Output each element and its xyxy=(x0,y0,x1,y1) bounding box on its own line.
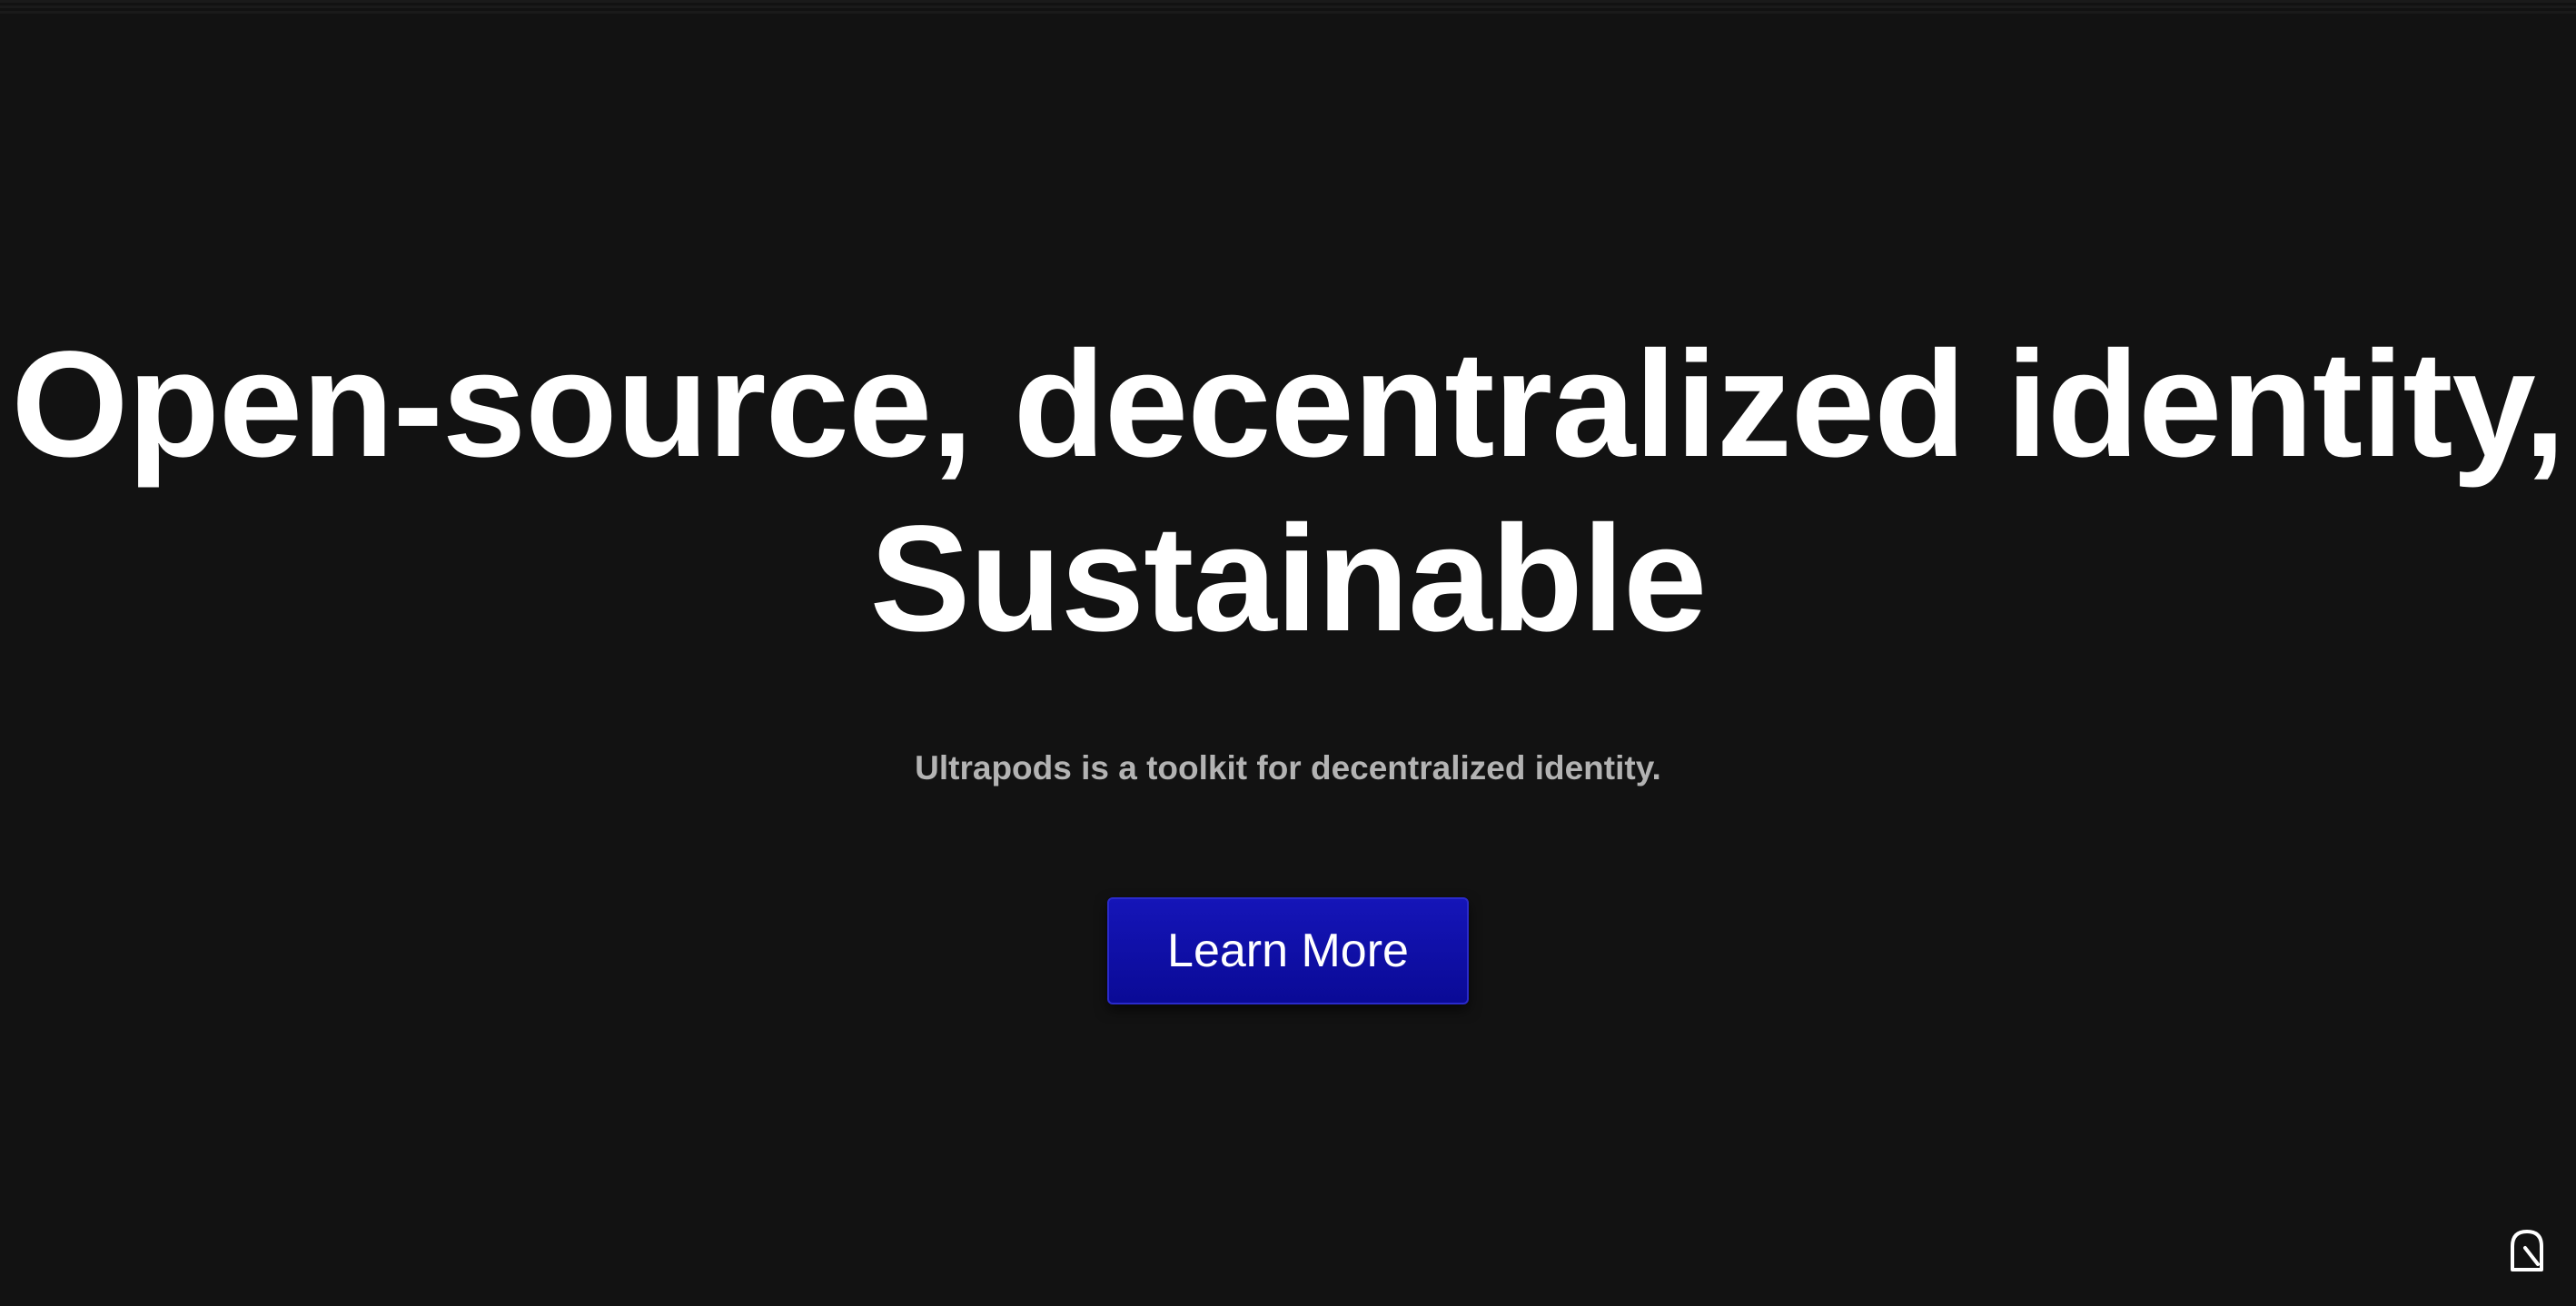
hero-headline: Open-source, decentralized identity, Sus… xyxy=(0,318,2576,667)
corner-widget-icon[interactable] xyxy=(2507,1228,2547,1275)
cta-container: Learn More xyxy=(0,897,2576,1004)
headline-line-2: Sustainable xyxy=(869,495,1708,663)
landing-page: Open-source, decentralized identity, Sus… xyxy=(0,0,2576,1306)
learn-more-button[interactable]: Learn More xyxy=(1107,897,1469,1004)
hero-section: Open-source, decentralized identity, Sus… xyxy=(0,318,2576,1004)
top-edge-strip xyxy=(0,0,2576,15)
hero-subtitle: Ultrapods is a toolkit for decentralized… xyxy=(915,749,1661,787)
headline-line-1: Open-source, decentralized identity, xyxy=(11,321,2565,489)
